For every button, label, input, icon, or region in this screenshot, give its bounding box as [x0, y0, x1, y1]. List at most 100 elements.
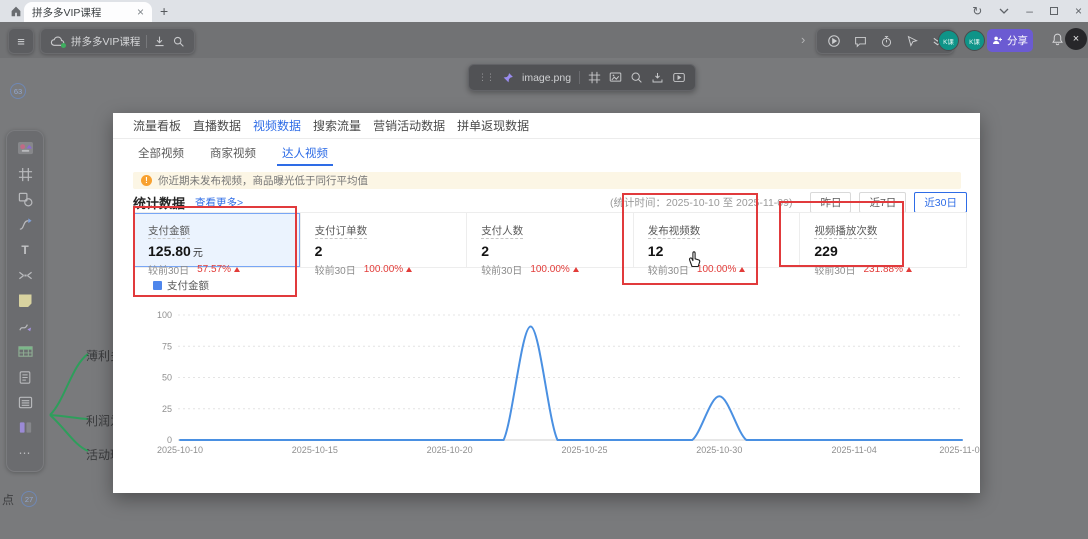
svg-text:2025-10-25: 2025-10-25 [561, 445, 607, 455]
card-label: 支付订单数 [315, 225, 368, 239]
tab-search-traffic[interactable]: 搜索流量 [313, 117, 361, 134]
comment-icon[interactable] [854, 35, 867, 48]
menu-button[interactable]: ≡ [8, 28, 34, 54]
annotation-rect-video-plays[interactable] [779, 201, 904, 267]
up-arrow-icon [573, 267, 579, 272]
payment-amount-line-chart: 02550751002025-10-102025-10-152025-10-20… [113, 296, 980, 460]
tool-palette: T ⋯ [6, 130, 44, 472]
svg-text:2025-10-10: 2025-10-10 [157, 445, 203, 455]
card-value: 2 [315, 243, 453, 259]
tab-marketing-data[interactable]: 营销活动数据 [373, 117, 445, 134]
card-delta: 较前30日100.00% [315, 262, 453, 277]
warning-banner: ! 你近期未发布视频，商品曝光低于同行平均值 [133, 172, 961, 189]
replace-image-icon[interactable] [609, 71, 622, 84]
sticky-note-icon[interactable] [14, 290, 36, 312]
tab-cashback-data[interactable]: 拼单返现数据 [457, 117, 529, 134]
tab-title: 拼多多VIP课程 [32, 5, 133, 20]
chevron-down-icon[interactable] [999, 8, 1009, 14]
pen-icon[interactable] [14, 315, 36, 337]
subtab-merchant-videos[interactable]: 商家视频 [205, 140, 261, 166]
warning-icon: ! [141, 175, 152, 186]
more-tools-icon[interactable]: ⋯ [14, 442, 36, 464]
hamburger-icon: ≡ [17, 34, 25, 49]
document-title-group: 拼多多VIP课程 [40, 28, 195, 54]
play-icon[interactable] [827, 34, 841, 48]
cloud-sync-icon [50, 34, 65, 49]
share-button[interactable]: 分享 [987, 29, 1033, 52]
up-arrow-icon [906, 267, 912, 272]
svg-text:100: 100 [157, 310, 172, 320]
annotation-rect-payment-amount[interactable] [133, 206, 297, 297]
subtab-all-videos[interactable]: 全部视频 [133, 140, 189, 166]
tab-close-icon[interactable]: × [137, 6, 144, 18]
hand-cursor [686, 250, 702, 268]
dashboard-tab-bar: 流量看板 直播数据 视频数据 搜索流量 营销活动数据 拼单返现数据 [113, 113, 980, 139]
bell-icon[interactable] [1051, 32, 1064, 46]
browser-tab-bar: 拼多多VIP课程 × + ↻ – × [0, 0, 1088, 22]
shapes-icon[interactable] [14, 188, 36, 210]
share-label: 分享 [1007, 33, 1028, 48]
tab-video-data[interactable]: 视频数据 [253, 117, 301, 134]
card-payment-orders[interactable]: 支付订单数 2 较前30日100.00% [300, 213, 467, 267]
card-delta: 较前30日100.00% [481, 262, 619, 277]
dashboard-image[interactable]: 流量看板 直播数据 视频数据 搜索流量 营销活动数据 拼单返现数据 全部视频 商… [113, 113, 980, 493]
kanban-icon[interactable] [14, 417, 36, 439]
card-label: 支付人数 [481, 225, 523, 239]
svg-text:2025-10-20: 2025-10-20 [427, 445, 473, 455]
refresh-icon[interactable]: ↻ [972, 5, 982, 17]
new-tab-button[interactable]: + [160, 2, 168, 20]
download-icon[interactable] [153, 35, 166, 48]
home-icon[interactable] [9, 4, 23, 18]
svg-text:0: 0 [167, 435, 172, 445]
account-close-button[interactable]: × [1065, 28, 1087, 50]
warning-text: 你近期未发布视频，商品曝光低于同行平均值 [158, 173, 368, 188]
list-icon[interactable] [14, 391, 36, 413]
crop-icon[interactable] [588, 71, 601, 84]
present-icon[interactable] [672, 71, 686, 84]
templates-icon[interactable] [14, 138, 36, 160]
image-toolbar: ⋮⋮ image.png [468, 64, 696, 91]
svg-text:2025-10-30: 2025-10-30 [696, 445, 742, 455]
tab-live-data[interactable]: 直播数据 [193, 117, 241, 134]
timer-icon[interactable] [880, 35, 893, 48]
minimize-icon[interactable]: – [1026, 5, 1033, 17]
card-paying-users[interactable]: 支付人数 2 较前30日100.00% [466, 213, 633, 267]
mindmap-node[interactable]: 点 [2, 491, 14, 508]
collaborator-avatar[interactable]: K课 [964, 30, 985, 51]
pin-icon[interactable] [502, 72, 514, 84]
document-title[interactable]: 拼多多VIP课程 [71, 34, 140, 49]
svg-text:75: 75 [162, 341, 172, 351]
svg-text:2025-11-04: 2025-11-04 [831, 445, 876, 455]
svg-text:25: 25 [162, 404, 172, 414]
table-icon[interactable] [14, 341, 36, 363]
divider [579, 71, 580, 84]
download-image-icon[interactable] [651, 71, 664, 84]
annotation-rect-published-videos[interactable] [622, 193, 758, 285]
presentation-tools [816, 28, 954, 54]
window-close-icon[interactable]: × [1075, 5, 1082, 17]
restore-icon[interactable] [1050, 7, 1058, 15]
expand-right-icon[interactable]: › [801, 33, 805, 46]
share-person-icon [992, 35, 1003, 46]
up-arrow-icon [406, 267, 412, 272]
zoom-preview-icon[interactable] [630, 71, 643, 84]
card-value: 2 [481, 243, 619, 259]
drag-handle-icon[interactable]: ⋮⋮ [478, 73, 494, 82]
zoom-badge-top[interactable]: 63 [10, 83, 26, 99]
connector-icon[interactable] [14, 214, 36, 236]
range-30d-button[interactable]: 近30日 [914, 192, 967, 213]
arrows-icon[interactable] [14, 265, 36, 287]
frame-icon[interactable] [14, 163, 36, 185]
window-controls: ↻ – × [972, 0, 1082, 22]
tab-traffic-board[interactable]: 流量看板 [133, 117, 181, 134]
zoom-badge-bottom[interactable]: 27 [21, 491, 37, 507]
svg-text:2025-11-08: 2025-11-08 [939, 445, 980, 455]
video-subtabs: 全部视频 商家视频 达人视频 [133, 140, 333, 166]
document-icon[interactable] [14, 366, 36, 388]
search-icon[interactable] [172, 35, 185, 48]
subtab-influencer-videos[interactable]: 达人视频 [277, 140, 333, 166]
collaborator-avatar[interactable]: K课 [938, 30, 959, 51]
pointer-icon[interactable] [906, 35, 919, 48]
browser-tab[interactable]: 拼多多VIP课程 × [24, 2, 152, 22]
text-tool-icon[interactable]: T [14, 239, 36, 261]
